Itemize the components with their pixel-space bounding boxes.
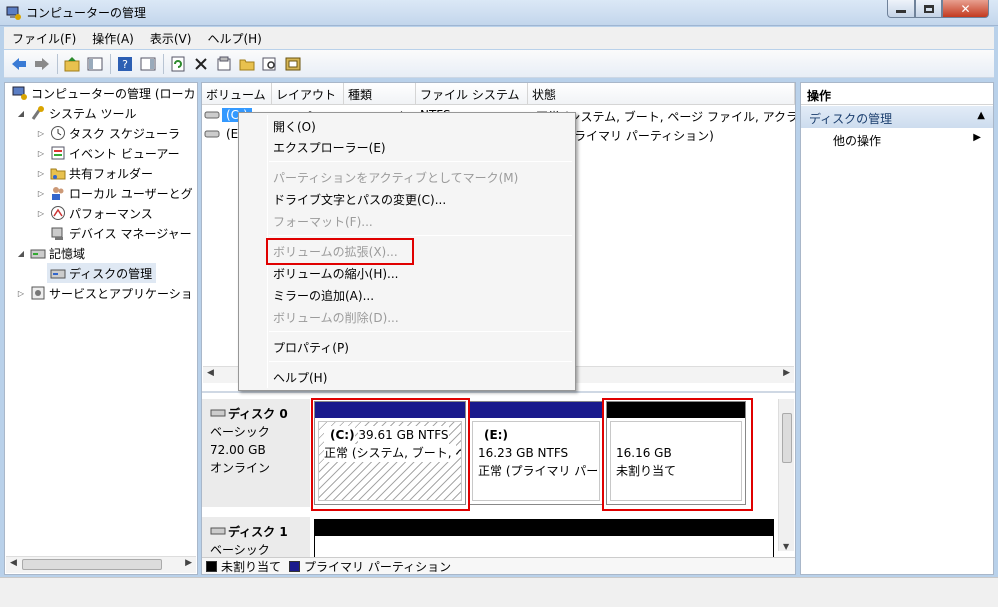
expanded-arrow-icon[interactable]: ◢ [15,249,27,258]
tree-item-event-viewer[interactable]: ▷ イベント ビューアー [35,143,180,163]
close-button[interactable]: ✕ [942,0,989,18]
search-icon[interactable] [259,53,281,75]
menu-item-explore[interactable]: エクスプローラー(E) [273,137,386,157]
device-manager-icon [50,225,66,241]
menu-bar: ファイル(F) 操作(A) 表示(V) ヘルプ(H) [4,27,994,49]
disk-management-icon [50,265,66,281]
menu-item-change-drive-letter[interactable]: ドライブ文字とパスの変更(C)... [273,189,446,209]
expanded-arrow-icon[interactable]: ◢ [15,109,27,118]
svg-text:?: ? [122,58,128,71]
highlight-box-unallocated [602,398,753,511]
performance-icon [50,205,66,221]
properties-icon[interactable] [213,53,235,75]
computer-management-icon [6,5,22,21]
clock-icon [50,125,66,141]
show-hide-action-icon[interactable] [137,53,159,75]
navigation-tree: コンピューターの管理 (ローカ ◢ システム ツール ▷ タスク スケジューラ … [4,82,198,575]
action-pane: 操作 ディスクの管理 ▲ 他の操作 ▶ [800,82,994,575]
forward-icon[interactable] [31,53,53,75]
menu-item-mark-active[interactable]: パーティションをアクティブとしてマーク(M) [273,167,518,187]
back-icon[interactable] [8,53,30,75]
highlight-box-c [311,398,470,511]
open-folder-icon[interactable] [236,53,258,75]
volume-icon [204,108,220,125]
tree-item-system-tools[interactable]: ◢ システム ツール [15,103,136,123]
collapsed-arrow-icon[interactable]: ▷ [15,289,27,298]
column-header-layout[interactable]: レイアウト [272,83,344,105]
column-header-type[interactable]: 種類 [344,83,416,105]
tree-item-performance[interactable]: ▷ パフォーマンス [35,203,153,223]
users-icon [50,185,66,201]
disk-settings-icon[interactable] [282,53,304,75]
event-viewer-icon [50,145,66,161]
menu-item-properties[interactable]: プロパティ(P) [273,337,349,357]
disk-view-scrollbar[interactable]: ▼ [778,399,794,551]
shared-folder-icon [50,165,66,181]
disk-0-info[interactable]: ディスク 0 ベーシック 72.00 GB オンライン [202,399,310,507]
tree-item-local-users[interactable]: ▷ ローカル ユーザーとグ [35,183,193,203]
action-pane-title: 操作 [801,83,993,105]
disk-1-unallocated[interactable] [314,519,774,559]
minimize-button[interactable] [887,0,915,18]
disk-graphical-view: ディスク 0 ベーシック 72.00 GB オンライン (C:) 39.61 G… [202,391,795,574]
show-hide-tree-icon[interactable] [84,53,106,75]
column-header-volume[interactable]: ボリューム [202,83,272,105]
collapse-arrow-icon[interactable]: ▲ [977,110,985,121]
scroll-thumb[interactable] [22,559,162,570]
toolbar: ? [4,50,994,78]
title-bar: コンピューターの管理 ✕ [0,0,998,26]
tree-item-storage[interactable]: ◢ 記憶域 [15,243,85,263]
highlight-box-extend [266,238,414,265]
menu-item-help[interactable]: ヘルプ(H) [273,367,327,387]
submenu-arrow-icon: ▶ [973,132,981,143]
action-group-disk-management[interactable]: ディスクの管理 ▲ [801,106,993,128]
tree-item-shared-folders[interactable]: ▷ 共有フォルダー [35,163,153,183]
maximize-button[interactable] [915,0,942,18]
column-header-status[interactable]: 状態 [528,83,795,105]
up-folder-icon[interactable] [61,53,83,75]
legend-swatch-unallocated [206,561,217,572]
tree-horizontal-scrollbar[interactable]: ◀ ▶ [6,556,196,573]
partition-e[interactable]: (E:) 16.23 GB NTFS 正常 (プライマリ パーティ [468,401,604,505]
context-menu: 開く(O) エクスプローラー(E) パーティションをアクティブとしてマーク(M)… [238,112,576,391]
collapsed-arrow-icon[interactable]: ▷ [35,209,47,218]
delete-icon[interactable] [190,53,212,75]
tree-item-device-manager[interactable]: デバイス マネージャー [47,223,192,243]
action-other-operations[interactable]: 他の操作 ▶ [801,128,993,150]
tree-item-disk-management[interactable]: ディスクの管理 [47,263,157,283]
volume-icon [204,127,220,144]
collapsed-arrow-icon[interactable]: ▷ [35,129,47,138]
menu-item-open[interactable]: 開く(O) [273,116,316,136]
disk-icon [210,405,228,423]
menu-file[interactable]: ファイル(F) [4,30,84,47]
legend-swatch-primary [289,561,301,572]
collapsed-arrow-icon[interactable]: ▷ [35,169,47,178]
refresh-icon[interactable] [167,53,189,75]
disk-icon [210,523,228,541]
storage-icon [30,245,46,261]
menu-item-add-mirror[interactable]: ミラーの追加(A)... [273,285,374,305]
menu-action[interactable]: 操作(A) [84,30,142,47]
help-icon[interactable]: ? [114,53,136,75]
status-bar [0,577,998,607]
column-header-filesystem[interactable]: ファイル システム [416,83,528,105]
collapsed-arrow-icon[interactable]: ▷ [35,149,47,158]
menu-help[interactable]: ヘルプ(H) [199,30,269,47]
legend: 未割り当て プライマリ パーティション [202,557,795,574]
menu-item-delete-volume[interactable]: ボリュームの削除(D)... [273,307,399,327]
tree-item-task-scheduler[interactable]: ▷ タスク スケジューラ [35,123,180,143]
tools-icon [30,105,46,121]
tree-item-root[interactable]: コンピューターの管理 (ローカ [9,83,196,103]
computer-management-icon [12,85,28,101]
tree-item-services-apps[interactable]: ▷ サービスとアプリケーショ [15,283,193,303]
services-icon [30,285,46,301]
window-title: コンピューターの管理 [26,6,147,20]
collapsed-arrow-icon[interactable]: ▷ [35,189,47,198]
menu-item-shrink-volume[interactable]: ボリュームの縮小(H)... [273,263,398,283]
scroll-thumb[interactable] [782,413,792,463]
disk-1-info[interactable]: ディスク 1 ベーシック [202,517,310,557]
menu-item-format[interactable]: フォーマット(F)... [273,211,373,231]
menu-view[interactable]: 表示(V) [142,30,200,47]
